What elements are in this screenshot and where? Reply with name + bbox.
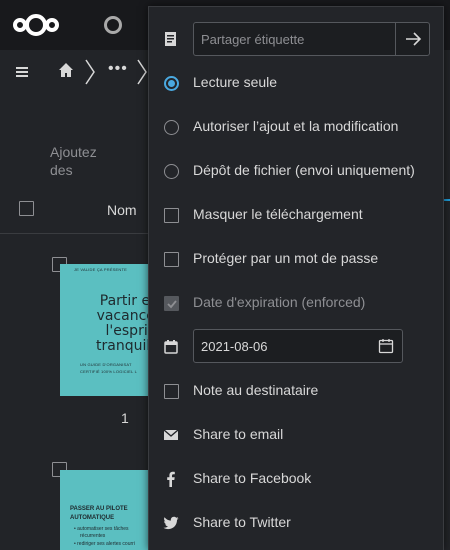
expiration-date-row bbox=[149, 329, 445, 363]
permission-label: Autoriser l’ajout et la modification bbox=[193, 118, 399, 134]
expiration-date-input[interactable] bbox=[194, 330, 370, 362]
permission-read-only[interactable]: Lecture seule bbox=[149, 61, 445, 105]
arrow-right-icon bbox=[406, 32, 422, 46]
permission-label: Lecture seule bbox=[193, 74, 278, 90]
permission-upload-edit[interactable]: Autoriser l’ajout et la modification bbox=[149, 105, 445, 149]
share-twitter-label: Share to Twitter bbox=[193, 514, 291, 530]
expiration-date-field bbox=[193, 329, 403, 363]
thumb-bullet: • automatiser ses tâches bbox=[74, 526, 129, 532]
share-facebook-label: Share to Facebook bbox=[193, 470, 312, 486]
radio-file-drop[interactable] bbox=[164, 164, 179, 179]
share-label-field bbox=[193, 22, 430, 56]
option-label: Note au destinataire bbox=[193, 382, 319, 398]
file-name[interactable]: 1 bbox=[121, 410, 129, 426]
file-list-header: Nom bbox=[0, 186, 148, 234]
radio-read-only[interactable] bbox=[164, 76, 179, 91]
check-icon bbox=[167, 300, 177, 309]
file-thumbnail[interactable]: JE VALIDE ÇA PRÉSENTE Partir envacancesl… bbox=[60, 264, 154, 396]
note-checkbox[interactable] bbox=[164, 384, 179, 399]
share-twitter-item[interactable]: Share to Twitter bbox=[149, 501, 445, 545]
option-password[interactable]: Protéger par un mot de passe bbox=[149, 237, 445, 281]
empty-hint-line1: Ajoutez bbox=[50, 144, 97, 160]
expiration-checkbox bbox=[164, 296, 179, 311]
option-label: Date d'expiration (enforced) bbox=[193, 294, 366, 310]
column-name-header[interactable]: Nom bbox=[107, 202, 137, 218]
share-email-item[interactable]: Share to email bbox=[149, 413, 445, 457]
option-expiration: Date d'expiration (enforced) bbox=[149, 281, 445, 325]
share-label-submit[interactable] bbox=[395, 23, 429, 55]
twitter-icon bbox=[163, 516, 179, 530]
option-note[interactable]: Note au destinataire bbox=[149, 369, 445, 413]
nextcloud-logo[interactable] bbox=[13, 14, 59, 36]
breadcrumb-more[interactable]: ••• bbox=[108, 61, 128, 77]
thumb-bullet: récurrentes bbox=[80, 533, 106, 539]
thumb-caption-top: JE VALIDE ÇA PRÉSENTE bbox=[74, 267, 128, 272]
permission-label: Dépôt de fichier (envoi uniquement) bbox=[193, 162, 415, 178]
thumb-title: Partir envacancesl'esprittranquille bbox=[96, 293, 154, 354]
file-thumbnail[interactable]: PASSER AU PILOTE AUTOMATIQUE • automatis… bbox=[60, 470, 154, 550]
share-email-label: Share to email bbox=[193, 426, 284, 442]
facebook-icon bbox=[167, 471, 175, 487]
permission-file-drop[interactable]: Dépôt de fichier (envoi uniquement) bbox=[149, 149, 445, 193]
home-icon[interactable] bbox=[58, 62, 74, 78]
breadcrumb-separator-icon bbox=[85, 59, 95, 85]
hide-download-checkbox[interactable] bbox=[164, 208, 179, 223]
option-label: Protéger par un mot de passe bbox=[193, 250, 379, 266]
thumb-caption-line2: CERTIFIÉ 100% LOGICIEL L bbox=[80, 369, 138, 374]
password-checkbox[interactable] bbox=[164, 252, 179, 267]
text-icon bbox=[165, 32, 176, 46]
radio-upload-edit[interactable] bbox=[164, 120, 179, 135]
option-hide-download[interactable]: Masquer le téléchargement bbox=[149, 193, 445, 237]
share-menu-popover: Lecture seule Autoriser l’ajout et la mo… bbox=[148, 6, 444, 550]
thumb-heading-line2: AUTOMATIQUE bbox=[70, 515, 115, 521]
hamburger-icon[interactable] bbox=[16, 66, 28, 78]
option-label: Masquer le téléchargement bbox=[193, 206, 363, 222]
empty-hint-line2: des bbox=[50, 162, 73, 178]
share-label-row bbox=[149, 17, 445, 61]
calendar-picker-icon[interactable] bbox=[378, 338, 394, 354]
select-all-checkbox[interactable] bbox=[19, 201, 34, 216]
mail-icon bbox=[163, 429, 179, 440]
calendar-icon bbox=[164, 340, 178, 354]
breadcrumb-separator-icon bbox=[137, 59, 147, 85]
thumb-heading-line1: PASSER AU PILOTE bbox=[70, 506, 128, 512]
circle-app-icon[interactable] bbox=[104, 16, 122, 34]
thumb-caption-line1: UN GUIDE D'ORGANISAT bbox=[80, 362, 132, 367]
share-facebook-item[interactable]: Share to Facebook bbox=[149, 457, 445, 501]
share-label-input[interactable] bbox=[194, 23, 394, 55]
thumb-bullet: • rediriger ses alertes courri bbox=[74, 541, 135, 547]
